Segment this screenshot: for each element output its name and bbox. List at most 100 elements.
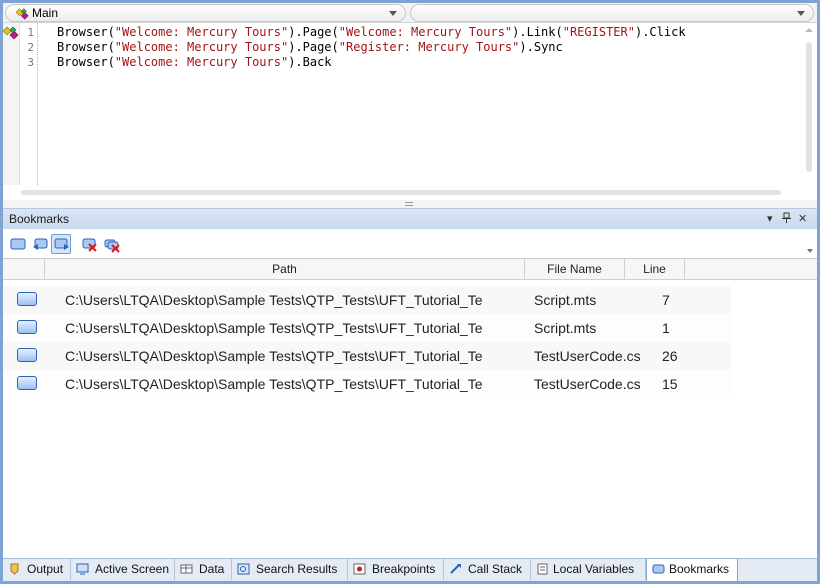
column-header-line[interactable]: Line xyxy=(625,259,685,280)
tab-search-results[interactable]: Search Results xyxy=(232,559,348,580)
toggle-bookmark-button[interactable] xyxy=(7,234,27,254)
tab-label: Breakpoints xyxy=(372,562,436,576)
bookmarks-icon xyxy=(652,564,665,574)
output-icon xyxy=(10,563,19,575)
row-path: C:\Users\LTQA\Desktop\Sample Tests\QTP_T… xyxy=(65,376,483,392)
code-line[interactable]: Browser("Welcome: Mercury Tours").Page("… xyxy=(57,40,563,54)
row-line: 7 xyxy=(662,292,670,308)
tab-breakpoints[interactable]: Breakpoints xyxy=(348,559,444,580)
code-editor[interactable]: 1 2 3 Browser("Welcome: Mercury Tours").… xyxy=(3,23,817,200)
bookmark-icon xyxy=(17,292,37,306)
tab-label: Search Results xyxy=(256,562,338,576)
call-stack-icon xyxy=(450,564,461,574)
code-line[interactable]: Browser( "Welcome: Mercury Tours").Page( "… xyxy=(57,25,686,39)
bottom-tab-bar: Output Active Screen Data Search Results… xyxy=(3,558,817,582)
bookmark-icon xyxy=(17,376,37,390)
tab-active-screen[interactable]: Active Screen xyxy=(71,559,175,580)
previous-bookmark-button[interactable] xyxy=(29,234,49,254)
pane-menu-icon[interactable]: ▾ xyxy=(767,212,773,225)
editor-vertical-scrollbar[interactable] xyxy=(804,26,814,186)
row-file-name: TestUserCode.cs xyxy=(534,376,641,392)
bookmarks-toolbar xyxy=(3,229,817,258)
table-row[interactable]: C:\Users\LTQA\Desktop\Sample Tests\QTP_T… xyxy=(3,370,731,398)
previous-bookmark-icon xyxy=(33,238,48,250)
delete-all-bookmarks-button[interactable] xyxy=(101,234,121,254)
delete-all-bookmarks-icon xyxy=(104,239,120,253)
pin-icon[interactable] xyxy=(782,212,791,227)
row-file-name: Script.mts xyxy=(534,320,597,336)
current-action-marker-icon xyxy=(3,26,19,40)
code-token: ).Sync xyxy=(519,40,563,54)
member-dropdown[interactable] xyxy=(410,4,814,22)
breakpoints-icon xyxy=(353,563,366,575)
scope-dropdown[interactable]: Main xyxy=(5,4,406,22)
column-header-path[interactable]: Path xyxy=(45,259,525,280)
tab-bookmarks[interactable]: Bookmarks xyxy=(646,559,738,582)
row-file-name: TestUserCode.cs xyxy=(534,348,641,364)
toolbar-overflow-icon[interactable] xyxy=(807,249,813,253)
scope-dropdown-value: Main xyxy=(32,6,59,20)
action-icon xyxy=(16,8,29,20)
string-literal: "Register: Mercury Tours" xyxy=(338,40,520,54)
bookmarks-grid: Path File Name Line C:\Users\LTQA\Deskto… xyxy=(3,258,817,558)
code-token: Browser( xyxy=(57,55,115,69)
code-token: Browser( xyxy=(57,25,115,39)
close-pane-icon[interactable]: ✕ xyxy=(798,212,807,225)
editor-horizontal-scrollbar[interactable] xyxy=(13,187,793,197)
string-literal: "Welcome: Mercury Tours" xyxy=(114,40,289,54)
code-token: ).Link( xyxy=(512,25,563,39)
column-header-icon xyxy=(3,259,45,280)
string-literal: "REGISTER" xyxy=(562,25,635,39)
table-row[interactable]: C:\Users\LTQA\Desktop\Sample Tests\QTP_T… xyxy=(3,286,731,314)
delete-bookmark-icon xyxy=(82,238,97,252)
tab-label: Output xyxy=(27,562,64,576)
bookmark-icon xyxy=(10,238,26,250)
string-literal: "Welcome: Mercury Tours" xyxy=(338,25,513,39)
grid-header: Path File Name Line xyxy=(3,259,817,280)
column-header-file-name[interactable]: File Name xyxy=(525,259,625,280)
code-token: Browser( xyxy=(57,40,115,54)
tab-output[interactable]: Output xyxy=(3,559,71,580)
line-number: 2 xyxy=(27,41,34,54)
table-row[interactable]: C:\Users\LTQA\Desktop\Sample Tests\QTP_T… xyxy=(3,314,731,342)
code-line[interactable]: Browser("Welcome: Mercury Tours").Back xyxy=(57,55,332,69)
row-path: C:\Users\LTQA\Desktop\Sample Tests\QTP_T… xyxy=(65,348,483,364)
chevron-down-icon xyxy=(389,11,397,16)
scroll-up-icon[interactable] xyxy=(805,28,813,32)
row-line: 1 xyxy=(662,320,670,336)
code-token: ).Page( xyxy=(288,40,339,54)
tab-local-variables[interactable]: Local Variables xyxy=(531,559,646,580)
row-line: 15 xyxy=(662,376,678,392)
tab-label: Bookmarks xyxy=(669,562,730,576)
row-line: 26 xyxy=(662,348,678,364)
tab-label: Local Variables xyxy=(553,562,635,576)
tab-label: Active Screen xyxy=(95,562,170,576)
bookmark-icon xyxy=(17,348,37,362)
search-results-icon xyxy=(237,563,250,575)
line-number: 3 xyxy=(27,56,34,69)
row-path: C:\Users\LTQA\Desktop\Sample Tests\QTP_T… xyxy=(65,292,483,308)
editor-gutter[interactable] xyxy=(3,23,20,185)
row-path: C:\Users\LTQA\Desktop\Sample Tests\QTP_T… xyxy=(65,320,483,336)
code-token: ).Page( xyxy=(288,25,339,39)
local-variables-icon xyxy=(537,563,548,575)
tab-data[interactable]: Data xyxy=(175,559,232,580)
scrollbar-thumb[interactable] xyxy=(21,190,781,195)
chevron-down-icon xyxy=(797,11,805,16)
delete-bookmark-button[interactable] xyxy=(79,234,99,254)
next-bookmark-button[interactable] xyxy=(51,234,71,254)
splitter-grip-icon xyxy=(405,202,413,206)
tab-call-stack[interactable]: Call Stack xyxy=(444,559,531,580)
string-literal: "Welcome: Mercury Tours" xyxy=(114,55,289,69)
bookmark-icon xyxy=(17,320,37,334)
tab-label: Data xyxy=(199,562,225,576)
row-file-name: Script.mts xyxy=(534,292,597,308)
line-numbers: 1 2 3 xyxy=(20,23,38,185)
table-row[interactable]: C:\Users\LTQA\Desktop\Sample Tests\QTP_T… xyxy=(3,342,731,370)
pane-splitter[interactable] xyxy=(3,200,817,208)
scrollbar-thumb[interactable] xyxy=(806,42,812,172)
pane-title: Bookmarks xyxy=(9,212,70,226)
bookmarks-pane-header: Bookmarks ▾ ✕ xyxy=(3,208,817,229)
code-token: ).Back xyxy=(288,55,332,69)
data-icon xyxy=(180,564,193,574)
